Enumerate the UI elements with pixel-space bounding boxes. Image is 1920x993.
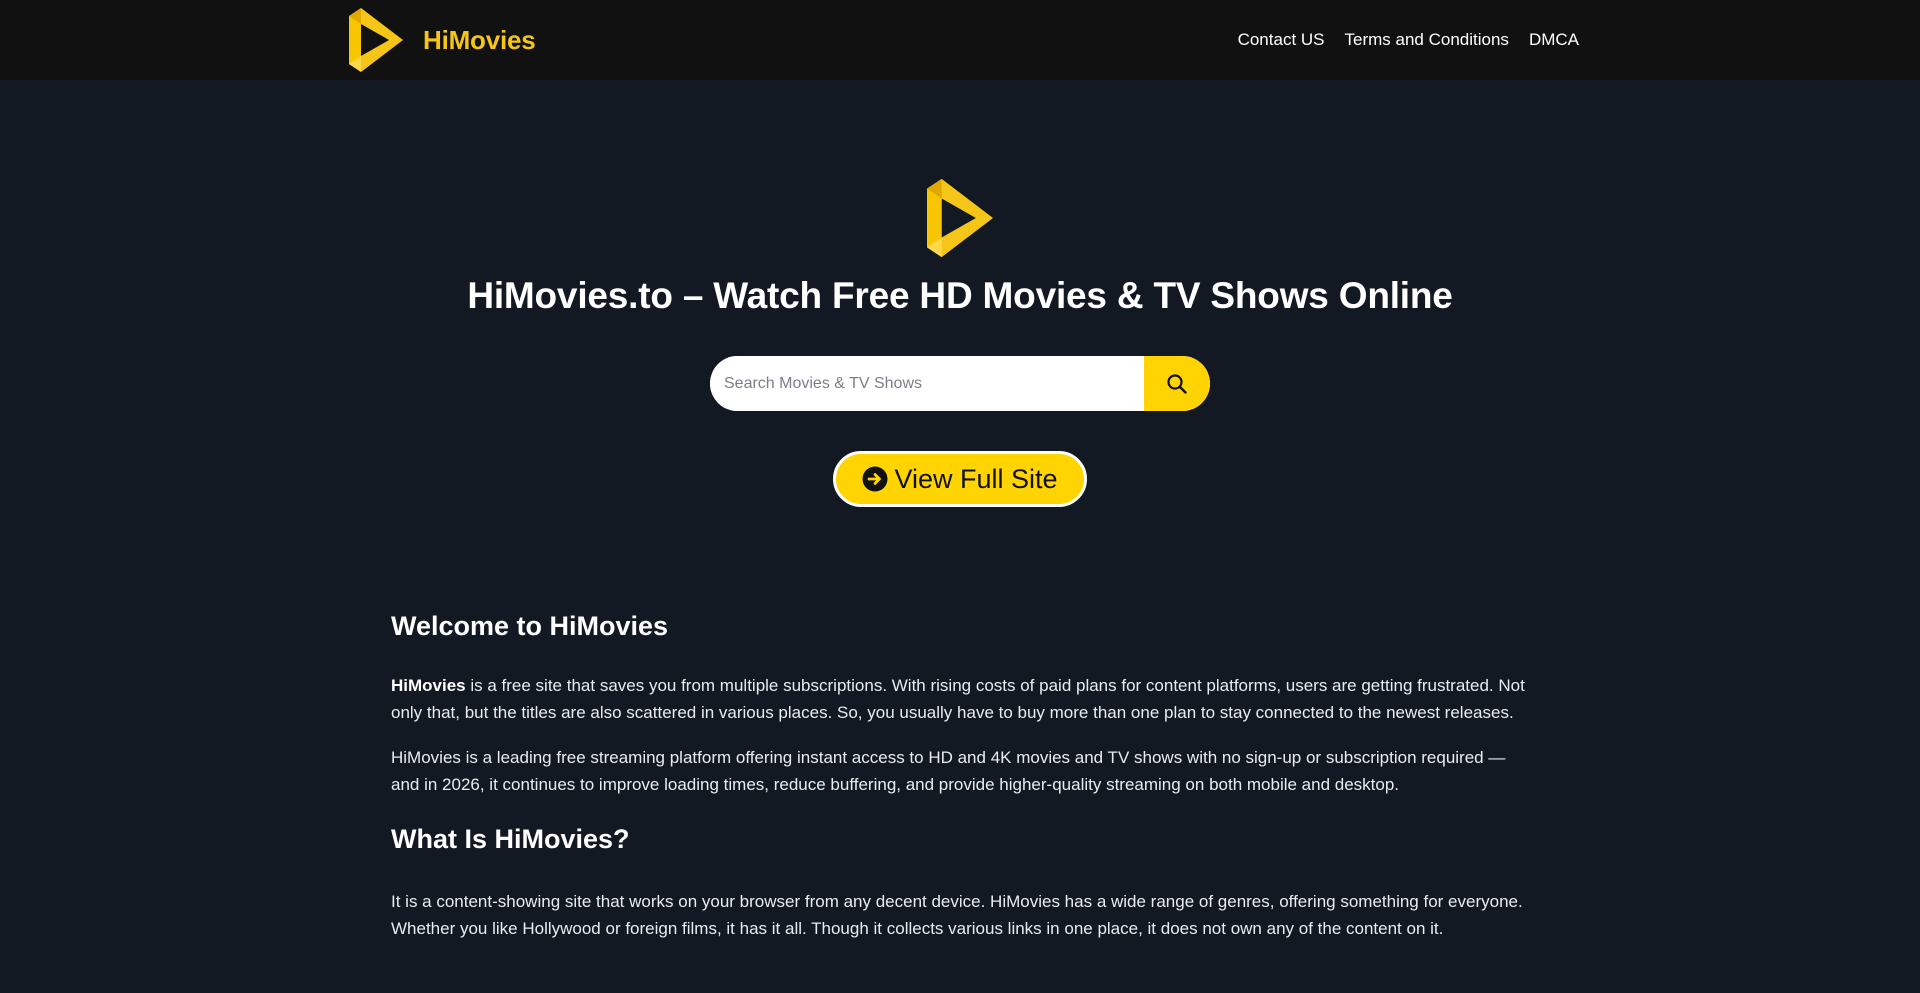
search-button[interactable]: [1144, 356, 1210, 411]
hero-section: HiMovies.to – Watch Free HD Movies & TV …: [0, 80, 1920, 507]
hero-play-logo-icon: [927, 178, 993, 258]
nav-terms-and-conditions[interactable]: Terms and Conditions: [1345, 30, 1509, 50]
brand-name: HiMovies: [423, 24, 536, 55]
view-full-site-button[interactable]: View Full Site: [833, 451, 1087, 507]
heading-welcome: Welcome to HiMovies: [391, 611, 669, 641]
search-icon: [1167, 373, 1187, 394]
top-nav: Contact US Terms and Conditions DMCA: [1238, 30, 1579, 50]
heading-what-is: What Is HiMovies?: [391, 824, 630, 854]
site-header: HiMovies Contact US Terms and Conditions…: [0, 0, 1920, 80]
nav-dmca[interactable]: DMCA: [1529, 30, 1579, 50]
paragraph-intro-bold: HiMovies: [391, 676, 466, 695]
page-title: HiMovies.to – Watch Free HD Movies & TV …: [467, 275, 1453, 316]
paragraph-what-is: It is a content-showing site that works …: [391, 892, 1523, 938]
search-input[interactable]: [710, 356, 1144, 411]
arrow-circle-right-icon: [862, 466, 888, 492]
search-form: [710, 356, 1210, 411]
paragraph-platform: HiMovies is a leading free streaming pla…: [391, 748, 1506, 794]
brand-link[interactable]: HiMovies: [349, 8, 536, 72]
paragraph-intro: HiMovies is a free site that saves you f…: [391, 672, 1537, 726]
header-inner: HiMovies Contact US Terms and Conditions…: [349, 0, 1579, 80]
nav-contact-us[interactable]: Contact US: [1238, 30, 1325, 50]
play-logo-icon: [349, 8, 403, 72]
paragraph-intro-text: is a free site that saves you from multi…: [391, 676, 1525, 722]
main-content: Welcome to HiMovies HiMovies is a free s…: [391, 507, 1537, 942]
view-full-site-label: View Full Site: [894, 463, 1058, 494]
